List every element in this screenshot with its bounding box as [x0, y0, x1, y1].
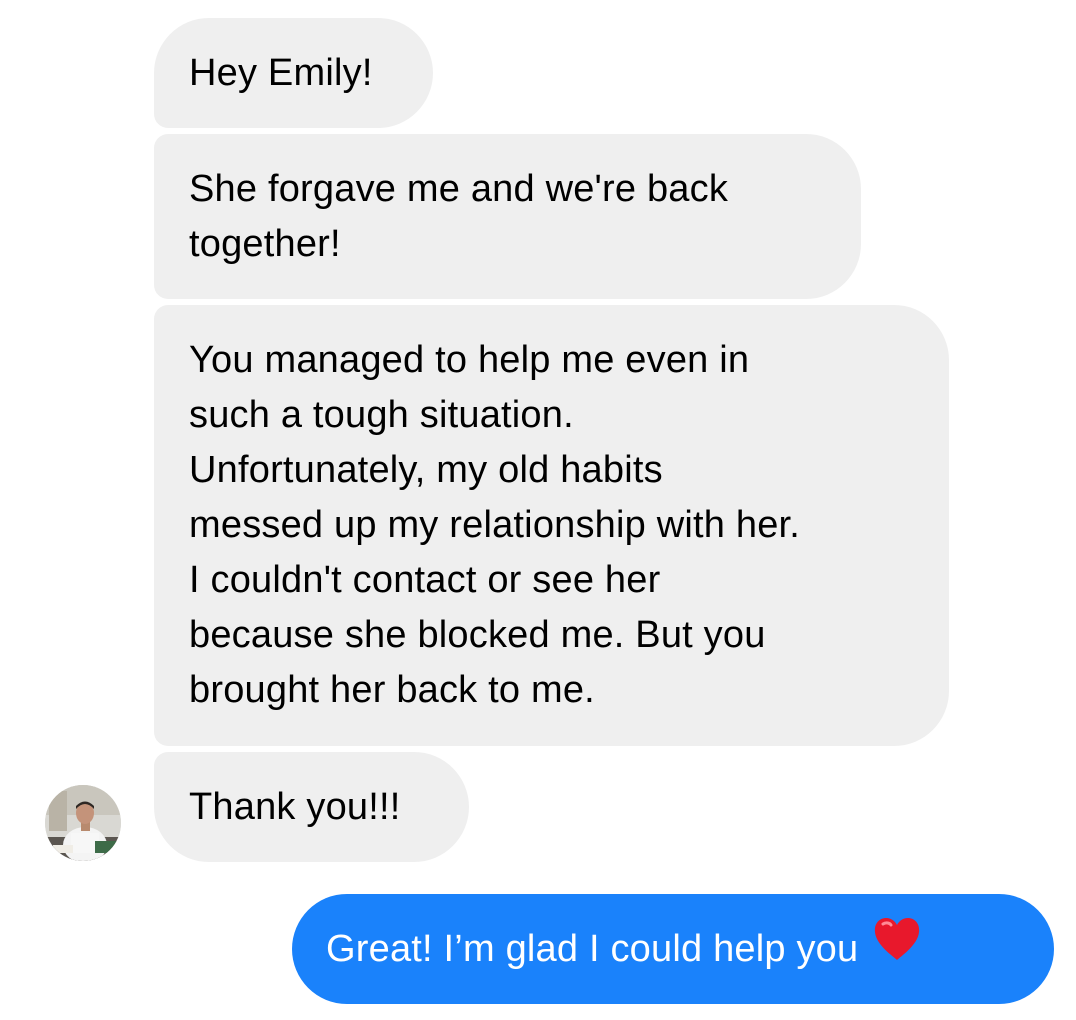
- red-heart-icon: [872, 916, 922, 978]
- sender-avatar[interactable]: [45, 785, 121, 861]
- outgoing-message-bubble[interactable]: Great! I’m glad I could help you: [292, 894, 1054, 1004]
- message-text: Thank you!!!: [189, 786, 401, 828]
- message-text: You managed to help me even in such a to…: [189, 339, 801, 711]
- message-text: She forgave me and we're back together!: [189, 168, 729, 265]
- message-text: Hey Emily!: [189, 52, 373, 94]
- incoming-message-bubble[interactable]: Thank you!!!: [154, 752, 469, 862]
- incoming-message-bubble[interactable]: She forgave me and we're back together!: [154, 134, 861, 299]
- incoming-message-bubble[interactable]: You managed to help me even in such a to…: [154, 305, 949, 746]
- person-photo-icon: [45, 785, 121, 861]
- incoming-message-bubble[interactable]: Hey Emily!: [154, 18, 433, 128]
- message-text: Great! I’m glad I could help you: [326, 928, 859, 970]
